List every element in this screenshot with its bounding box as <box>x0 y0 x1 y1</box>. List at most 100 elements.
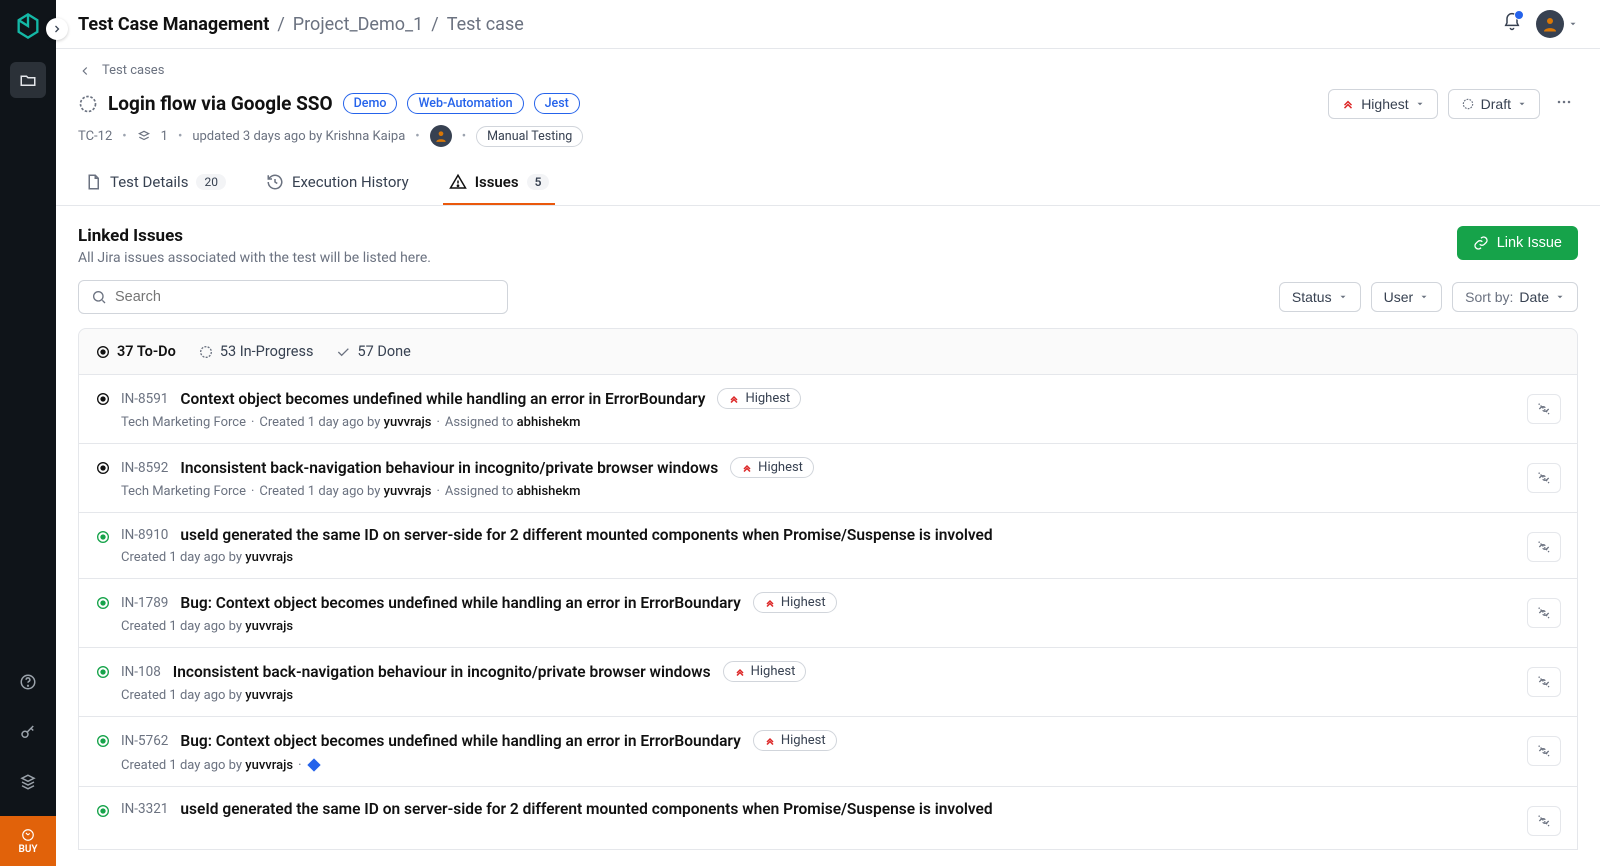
issue-row[interactable]: IN-5762Bug: Context object becomes undef… <box>79 717 1577 787</box>
back-link[interactable]: Test cases <box>102 63 164 78</box>
status-todo[interactable]: 37 To-Do <box>95 343 176 360</box>
section-subtitle: All Jira issues associated with the test… <box>78 250 431 266</box>
unlink-button[interactable] <box>1527 667 1561 697</box>
unlink-button[interactable] <box>1527 806 1561 836</box>
status-selector[interactable]: Draft <box>1448 89 1540 119</box>
issue-meta: Created 1 day ago by yuvvrajs <box>121 619 1517 634</box>
topbar: Test Case Management / Project_Demo_1 / … <box>56 0 1600 49</box>
dots-horizontal-icon <box>1554 92 1574 112</box>
test-case-id: TC-12 <box>78 129 112 144</box>
link-issue-button[interactable]: Link Issue <box>1457 226 1578 260</box>
document-icon <box>84 173 102 191</box>
more-menu-button[interactable] <box>1550 88 1578 119</box>
priority-badge: Highest <box>723 661 807 682</box>
stack-icon[interactable] <box>12 766 44 798</box>
status-inprogress[interactable]: 53 In-Progress <box>198 343 314 360</box>
issue-meta: Tech Marketing Force · Created 1 day ago… <box>121 484 1517 499</box>
back-chevron-icon[interactable] <box>78 64 92 78</box>
issues-list: IN-8591Context object becomes undefined … <box>78 375 1578 850</box>
folder-nav-icon[interactable] <box>10 62 46 98</box>
issue-row[interactable]: IN-108Inconsistent back-navigation behav… <box>79 648 1577 717</box>
issue-status-icon <box>95 391 111 411</box>
help-icon[interactable] <box>12 666 44 698</box>
draft-status-icon <box>78 94 98 114</box>
filter-user[interactable]: User <box>1371 282 1443 312</box>
page-title: Login flow via Google SSO <box>108 92 333 115</box>
warning-icon <box>449 173 467 191</box>
issue-row[interactable]: IN-3321 useId generated the same ID on se… <box>79 787 1577 849</box>
status-done[interactable]: 57 Done <box>335 343 410 360</box>
issue-title: useId generated the same ID on server-si… <box>180 800 992 818</box>
buy-button[interactable]: BUY <box>0 816 56 866</box>
priority-badge: Highest <box>753 730 837 751</box>
tab-test-details[interactable]: Test Details 20 <box>78 161 232 205</box>
author-avatar <box>430 125 452 147</box>
notifications-icon[interactable] <box>1502 12 1522 36</box>
issue-title: useId generated the same ID on server-si… <box>180 526 992 544</box>
tab-issues[interactable]: Issues 5 <box>443 161 556 205</box>
dashed-circle-icon <box>198 344 214 360</box>
unlink-button[interactable] <box>1527 598 1561 628</box>
chevron-down-icon <box>1419 292 1429 302</box>
issue-id: IN-8592 <box>121 460 168 476</box>
filter-status[interactable]: Status <box>1279 282 1361 312</box>
priority-highest-icon <box>1341 97 1355 111</box>
issue-id: IN-5762 <box>121 733 168 749</box>
search-input-wrapper[interactable] <box>78 280 508 314</box>
tag-jest[interactable]: Jest <box>534 93 580 114</box>
issue-status-icon <box>95 595 111 615</box>
issue-status-icon <box>95 529 111 549</box>
issue-id: IN-1789 <box>121 595 168 611</box>
stack-icon <box>137 129 151 143</box>
history-icon <box>266 173 284 191</box>
tab-execution-history[interactable]: Execution History <box>260 161 415 205</box>
unlink-button[interactable] <box>1527 532 1561 562</box>
tabs: Test Details 20 Execution History Issues… <box>56 161 1600 206</box>
issue-meta: Tech Marketing Force · Created 1 day ago… <box>121 415 1517 430</box>
priority-badge: Highest <box>717 388 801 409</box>
meta-row: TC-12 • 1 • updated 3 days ago by Krishn… <box>56 125 1600 161</box>
issue-row[interactable]: IN-8591Context object becomes undefined … <box>79 375 1577 444</box>
search-icon <box>91 289 107 305</box>
breadcrumb: Test Case Management / Project_Demo_1 / … <box>78 14 524 35</box>
notification-dot <box>1514 10 1524 20</box>
issue-status-icon <box>95 733 111 753</box>
issue-row[interactable]: IN-1789 Bug: Context object becomes undef… <box>79 579 1577 648</box>
issue-status-icon <box>95 664 111 684</box>
breadcrumb-project[interactable]: Project_Demo_1 <box>293 14 423 35</box>
check-icon <box>335 344 351 360</box>
unlink-button[interactable] <box>1527 394 1561 424</box>
chevron-down-icon <box>1517 99 1527 109</box>
issue-title: Inconsistent back-navigation behaviour i… <box>180 459 718 477</box>
issue-id: IN-8591 <box>121 391 168 407</box>
filter-sort[interactable]: Sort by: Date <box>1452 282 1578 312</box>
app-logo[interactable] <box>14 12 42 40</box>
circle-icon <box>95 344 111 360</box>
testing-type-chip: Manual Testing <box>476 126 583 147</box>
draft-status-icon <box>1461 97 1475 111</box>
chevron-down-icon <box>1415 99 1425 109</box>
unlink-button[interactable] <box>1527 736 1561 766</box>
issue-meta: Created 1 day ago by yuvvrajs <box>121 550 1517 565</box>
issue-title: Bug: Context object becomes undefined wh… <box>180 594 740 612</box>
unlink-button[interactable] <box>1527 463 1561 493</box>
section-title: Linked Issues <box>78 226 431 246</box>
issue-row[interactable]: IN-8592 Inconsistent back-navigation beha… <box>79 444 1577 513</box>
user-menu[interactable] <box>1536 10 1578 38</box>
link-icon <box>1473 235 1489 251</box>
key-icon[interactable] <box>12 716 44 748</box>
priority-selector[interactable]: Highest <box>1328 89 1437 119</box>
chevron-down-icon <box>1338 292 1348 302</box>
breadcrumb-page: Test case <box>447 14 524 35</box>
issue-meta: Created 1 day ago by yuvvrajs · <box>121 757 1517 773</box>
avatar <box>1536 10 1564 38</box>
tag-web-automation[interactable]: Web-Automation <box>407 93 523 114</box>
breadcrumb-app[interactable]: Test Case Management <box>78 14 269 35</box>
priority-badge: Highest <box>730 457 814 478</box>
issue-id: IN-3321 <box>121 801 168 817</box>
tag-demo[interactable]: Demo <box>343 93 398 114</box>
issue-meta: Created 1 day ago by yuvvrajs <box>121 688 1517 703</box>
search-input[interactable] <box>115 289 495 305</box>
priority-badge: Highest <box>753 592 837 613</box>
issue-row[interactable]: IN-8910useId generated the same ID on se… <box>79 513 1577 579</box>
